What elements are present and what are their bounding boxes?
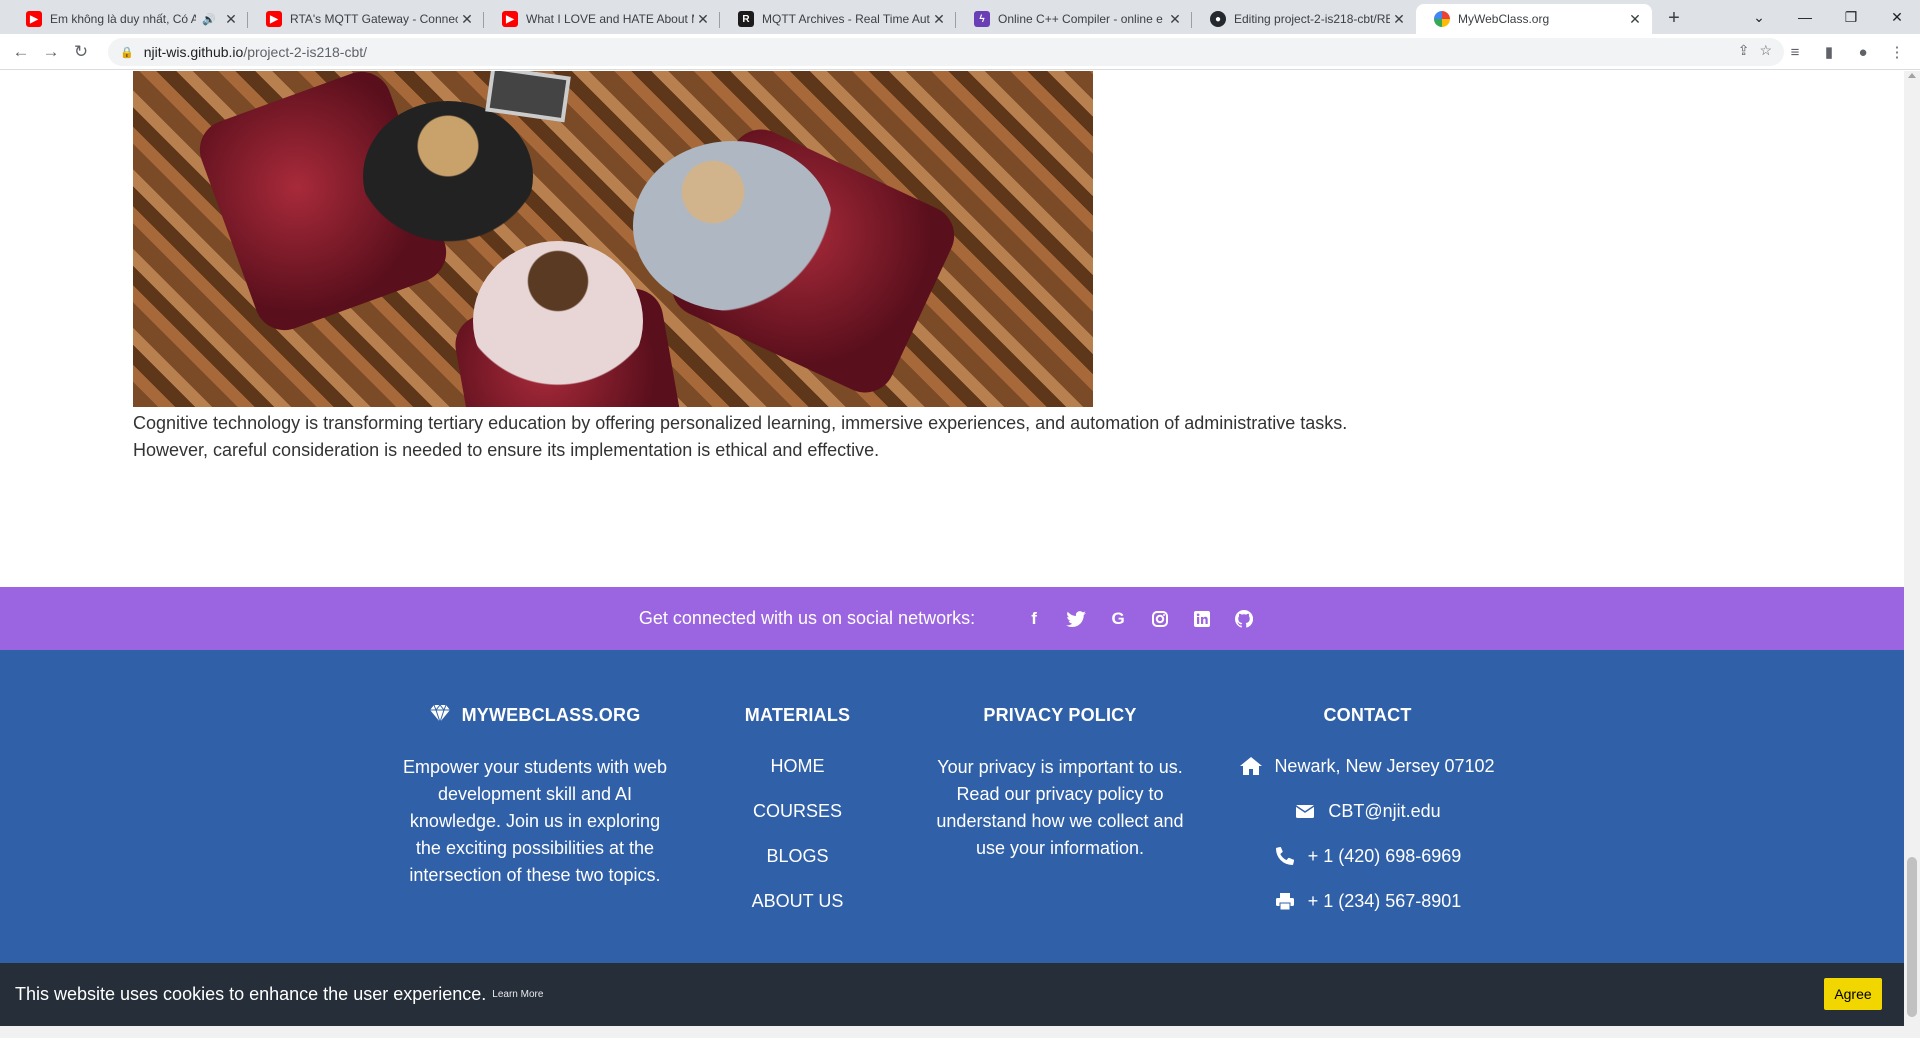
browser-tab[interactable]: ϟ Online C++ Compiler - online e ✕ — [956, 4, 1192, 34]
browser-tab[interactable]: ● Editing project-2-is218-cbt/REA ✕ — [1192, 4, 1416, 34]
footer-link-about-us[interactable]: ABOUT US — [720, 889, 875, 913]
tab-title: Em không là duy nhất, Có A — [50, 12, 197, 26]
browser-tab-active[interactable]: MyWebClass.org ✕ — [1416, 4, 1652, 34]
footer-privacy-column: PRIVACY POLICY Your privacy is important… — [925, 650, 1195, 862]
close-tab-icon[interactable]: ✕ — [458, 11, 476, 28]
menu-kebab-icon[interactable]: ⋮ — [1882, 37, 1912, 67]
reload-button[interactable]: ↻ — [66, 37, 96, 67]
horizontal-scrollbar[interactable] — [0, 1026, 1904, 1038]
google-icon[interactable]: G — [1107, 608, 1129, 630]
mywebclass-icon — [1434, 11, 1450, 27]
github-icon[interactable] — [1233, 608, 1255, 630]
side-panel-icon[interactable]: ▮ — [1814, 37, 1844, 67]
close-tab-icon[interactable]: ✕ — [222, 11, 240, 28]
tab-title: RTA's MQTT Gateway - Connecti — [290, 12, 458, 26]
footer-materials-column: MATERIALS HOME COURSES BLOGS ABOUT US — [720, 650, 875, 934]
brand-description: Empower your students with web developme… — [402, 757, 668, 885]
learn-more-link[interactable]: Learn More — [492, 989, 543, 1000]
scroll-up-arrow-icon[interactable] — [1908, 73, 1916, 78]
students-hero-image — [133, 71, 1093, 407]
youtube-icon: ▶ — [266, 11, 282, 27]
privacy-heading: PRIVACY POLICY — [983, 705, 1137, 725]
cookie-consent-bar: This website uses cookies to enhance the… — [0, 963, 1904, 1026]
page-viewport: Cognitive technology is transforming ter… — [0, 71, 1904, 1038]
contact-phone: + 1 (420) 698-6969 — [1225, 844, 1510, 868]
home-icon — [1240, 757, 1263, 775]
speaker-icon[interactable]: 🔊 — [202, 13, 216, 26]
article-paragraph: Cognitive technology is transforming ter… — [133, 410, 1393, 464]
github-icon: ● — [1210, 11, 1226, 27]
close-tab-icon[interactable]: ✕ — [1390, 11, 1408, 28]
close-tab-icon[interactable]: ✕ — [930, 11, 948, 28]
browser-tab[interactable]: ▶ Em không là duy nhất, Có A 🔊 ✕ — [8, 4, 248, 34]
url-host: njit-wis.github.io — [143, 44, 244, 60]
new-tab-button[interactable]: + — [1660, 4, 1688, 32]
footer-link-blogs[interactable]: BLOGS — [720, 844, 875, 868]
restore-button[interactable]: ❐ — [1828, 0, 1874, 34]
tab-title: What I LOVE and HATE About M — [526, 12, 694, 26]
back-button[interactable]: ← — [6, 37, 36, 67]
social-lead-text: Get connected with us on social networks… — [638, 608, 976, 628]
bolt-icon: ϟ — [974, 11, 990, 27]
youtube-icon: ▶ — [26, 11, 42, 27]
browser-toolbar: ← → ↻ 🔒 njit-wis.github.io/project-2-is2… — [0, 34, 1920, 70]
privacy-text: Your privacy is important to us. Read ou… — [936, 757, 1184, 858]
contact-fax: + 1 (234) 567-8901 — [1225, 889, 1510, 913]
facebook-icon[interactable]: f — [1023, 608, 1045, 630]
tab-search-chevron-icon[interactable]: ⌄ — [1736, 0, 1782, 34]
twitter-icon[interactable] — [1065, 608, 1087, 630]
footer-contact-column: CONTACT Newark, New Jersey 07102 CBT@nji… — [1225, 650, 1510, 934]
browser-tab[interactable]: ▶ RTA's MQTT Gateway - Connecti ✕ — [248, 4, 484, 34]
cookie-agree-button[interactable]: Agree — [1824, 978, 1882, 1010]
contact-address: Newark, New Jersey 07102 — [1225, 754, 1510, 778]
profile-avatar[interactable]: ● — [1848, 37, 1878, 67]
share-icon[interactable]: ⇪ — [1738, 42, 1750, 59]
reading-list-icon[interactable]: ≡ — [1780, 37, 1810, 67]
youtube-icon: ▶ — [502, 11, 518, 27]
footer-brand-column: MYWEBCLASS.ORG Empower your students wit… — [400, 650, 670, 889]
close-tab-icon[interactable]: ✕ — [694, 11, 712, 28]
phone-icon — [1274, 847, 1296, 865]
article-line: Cognitive technology is transforming ter… — [133, 413, 1348, 433]
forward-button[interactable]: → — [36, 37, 66, 67]
browser-tab[interactable]: ▶ What I LOVE and HATE About M ✕ — [484, 4, 720, 34]
url-path: /project-2-is218-cbt/ — [243, 44, 368, 60]
tab-title: MQTT Archives - Real Time Auto — [762, 12, 930, 26]
close-tab-icon[interactable]: ✕ — [1166, 11, 1184, 28]
tab-title: Online C++ Compiler - online e — [998, 12, 1163, 26]
lock-icon[interactable]: 🔒 — [120, 46, 134, 59]
printer-icon — [1274, 892, 1296, 910]
browser-tab-strip: ▶ Em không là duy nhất, Có A 🔊 ✕ ▶ RTA's… — [0, 0, 1920, 34]
cookie-message: This website uses cookies to enhance the… — [15, 984, 487, 1004]
footer-link-home[interactable]: HOME — [720, 754, 875, 778]
vertical-scrollbar[interactable] — [1904, 71, 1920, 1038]
tab-title: Editing project-2-is218-cbt/REA — [1234, 12, 1390, 26]
scrollbar-thumb[interactable] — [1907, 857, 1917, 1017]
envelope-icon — [1294, 804, 1316, 818]
address-bar[interactable]: 🔒 njit-wis.github.io/project-2-is218-cbt… — [108, 38, 1784, 66]
article-line: However, careful consideration is needed… — [133, 440, 880, 460]
footer-brand-heading: MYWEBCLASS.ORG — [400, 704, 670, 729]
bookmark-star-icon[interactable]: ☆ — [1759, 42, 1772, 59]
minimize-button[interactable]: — — [1782, 0, 1828, 34]
instagram-icon[interactable] — [1149, 608, 1171, 630]
close-window-button[interactable]: ✕ — [1874, 0, 1920, 34]
social-networks-bar: Get connected with us on social networks… — [0, 587, 1904, 650]
materials-heading: MATERIALS — [744, 705, 851, 725]
tab-title: MyWebClass.org — [1458, 12, 1550, 26]
browser-tab[interactable]: R MQTT Archives - Real Time Auto ✕ — [720, 4, 956, 34]
gem-icon — [429, 704, 450, 727]
rta-icon: R — [738, 11, 754, 27]
contact-heading: CONTACT — [1323, 705, 1412, 725]
contact-email: CBT@njit.edu — [1225, 799, 1510, 823]
window-controls: ⌄ — ❐ ✕ — [1736, 0, 1920, 34]
linkedin-icon[interactable] — [1191, 608, 1213, 630]
footer-link-courses[interactable]: COURSES — [720, 799, 875, 823]
close-tab-icon[interactable]: ✕ — [1626, 11, 1644, 28]
brand-title: MYWEBCLASS.ORG — [461, 705, 641, 725]
